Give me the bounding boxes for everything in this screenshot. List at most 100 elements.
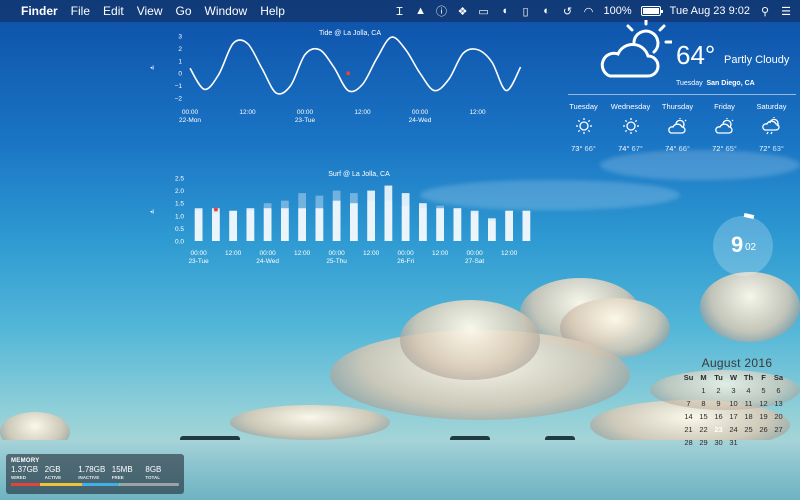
drive-icon[interactable]: ▲: [415, 5, 427, 17]
calendar-day: 29: [699, 438, 708, 447]
surf-y-tick-label: 2.5: [175, 176, 184, 183]
forecast-high: 74°: [665, 144, 677, 153]
surf-bar-secondary: [194, 210, 203, 241]
calendar-day: 10: [729, 399, 738, 408]
memory-usage-bar: [11, 483, 179, 486]
surf-x-date-label: 24-Wed: [256, 258, 279, 265]
memory-total-label: TOTAL: [145, 475, 160, 480]
tide-x-tick-label: 00:00: [412, 109, 429, 116]
forecast-high: 72°: [759, 144, 771, 153]
menu-help[interactable]: Help: [260, 4, 285, 18]
forecast-low: 67°: [631, 144, 643, 153]
surf-x-tick-label: 12:00: [501, 250, 518, 257]
menu-file[interactable]: File: [71, 4, 90, 18]
surf-speaker-icon: ◂): [150, 209, 155, 215]
surf-x-date-label: 26-Fri: [397, 258, 414, 265]
tide-y-tick-label: 2: [178, 46, 182, 53]
speaker-icon[interactable]: ◖: [499, 5, 511, 17]
tide-x-tick-label: 12:00: [239, 109, 256, 116]
time-machine-icon[interactable]: ↺: [562, 5, 574, 18]
clock-hour: 9: [731, 232, 744, 257]
memory-bar-segment: [81, 483, 119, 486]
battery-percent[interactable]: 100%: [604, 5, 632, 17]
forecast-day: Saturday 72° 63°: [748, 102, 795, 153]
tide-x-date-label: 23-Tue: [295, 117, 316, 124]
tide-x-tick-label: 00:00: [182, 109, 199, 116]
partly-cloudy-icon: [701, 114, 748, 138]
forecast-day-name: Saturday: [756, 102, 787, 111]
calendar-day: 18: [744, 412, 753, 421]
calendar-day: 9: [716, 399, 721, 408]
moon-icon[interactable]: ◐: [541, 5, 553, 17]
memory-wired-label: WIRED: [11, 475, 26, 480]
display-icon[interactable]: ▭: [478, 5, 490, 18]
calendar-day: 6: [776, 386, 781, 395]
phone-icon[interactable]: ▯: [520, 5, 532, 18]
weather-forecast: Tuesday 73° 66° Wednesday 74° 67° Thursd…: [560, 102, 796, 153]
surf-chart-svg: Surf @ La Jolla, CA 2.5 2.0 1.5 1.0 0.5 0.0 ◂) 0…: [150, 171, 531, 265]
calendar-day: 15: [699, 412, 708, 421]
memory-total-value: 8GB: [145, 465, 162, 474]
sunny-icon: [607, 114, 654, 138]
app-menu-finder[interactable]: Finder: [21, 4, 58, 18]
forecast-day-name: Tuesday: [569, 102, 598, 111]
tide-x-date-label: 22-Mon: [179, 117, 201, 124]
surf-chart-title: Surf @ La Jolla, CA: [328, 171, 390, 178]
surf-x-date-label: 25-Thu: [326, 258, 347, 265]
forecast-day: Wednesday 74° 67°: [607, 102, 654, 153]
menubar-clock[interactable]: Tue Aug 23 9:02: [670, 5, 750, 17]
surf-now-marker: [213, 207, 218, 212]
surf-bar-secondary: [315, 195, 324, 241]
forecast-day: Thursday 74° 66°: [654, 102, 701, 153]
calendar-day: 3: [731, 386, 736, 395]
surf-chart: Surf @ La Jolla, CA 2.5 2.0 1.5 1.0 0.5 0.0 ◂) 0…: [150, 166, 550, 276]
calendar-day: [681, 386, 696, 395]
forecast-day-name: Thursday: [661, 102, 694, 111]
surf-bar-secondary: [436, 205, 445, 241]
dropbox-icon[interactable]: ❖: [457, 5, 469, 18]
calendar-day: 21: [684, 425, 693, 434]
notification-center-icon[interactable]: ☰: [780, 5, 792, 18]
text-cursor-icon[interactable]: Ɪ: [394, 5, 406, 18]
weather-condition: Partly Cloudy: [724, 54, 790, 66]
partly-cloudy-icon: [600, 20, 672, 78]
weather-widget: 64° Partly Cloudy Tuesday San Diego, CA …: [560, 18, 796, 153]
info-icon[interactable]: ⓘ: [436, 5, 448, 18]
menu-go[interactable]: Go: [176, 4, 192, 18]
menu-window[interactable]: Window: [205, 4, 248, 18]
menu-view[interactable]: View: [137, 4, 163, 18]
surf-bar-secondary: [332, 190, 341, 241]
surf-y-tick-label: 0.0: [175, 239, 184, 246]
calendar-day: 27: [774, 425, 783, 434]
memory-active-label: ACTIVE: [44, 475, 62, 480]
calendar-weekday: Th: [743, 373, 754, 382]
tide-x-tick-label: 12:00: [469, 109, 486, 116]
partly-cloudy-icon: [654, 114, 701, 138]
surf-bar-secondary: [418, 208, 427, 241]
calendar-day: 31: [729, 438, 738, 447]
calendar-day: 25: [744, 425, 753, 434]
memory-bar-segment: [11, 483, 40, 486]
search-icon[interactable]: ⚲: [759, 5, 771, 18]
surf-bar-secondary: [349, 193, 358, 241]
wifi-icon[interactable]: ◠: [583, 5, 595, 18]
calendar-weekday: M: [700, 373, 707, 382]
surf-x-tick-label: 00:00: [259, 250, 276, 257]
calendar-day: 2: [716, 386, 721, 395]
calendar-day: 13: [774, 399, 783, 408]
forecast-low: 63°: [772, 144, 784, 153]
surf-bar-secondary: [280, 200, 289, 241]
surf-bar-secondary: [401, 205, 410, 241]
calendar-title: August 2016: [701, 356, 773, 370]
tide-chart: Tide @ La Jolla, CA 3 2 1 0 −1 −2 ◂) 00:00 22-Mon…: [150, 26, 550, 136]
calendar-day: 20: [774, 412, 783, 421]
menu-edit[interactable]: Edit: [103, 4, 124, 18]
clock-minute: 02: [745, 242, 757, 253]
clock-widget: 9 02: [713, 212, 773, 276]
surf-x-tick-label: 00:00: [328, 250, 345, 257]
calendar-day: 1: [701, 386, 706, 395]
calendar-day: 19: [759, 412, 768, 421]
tide-y-tick-label: −1: [175, 83, 183, 90]
battery-icon[interactable]: [640, 6, 663, 16]
calendar-today: 23: [714, 425, 723, 434]
